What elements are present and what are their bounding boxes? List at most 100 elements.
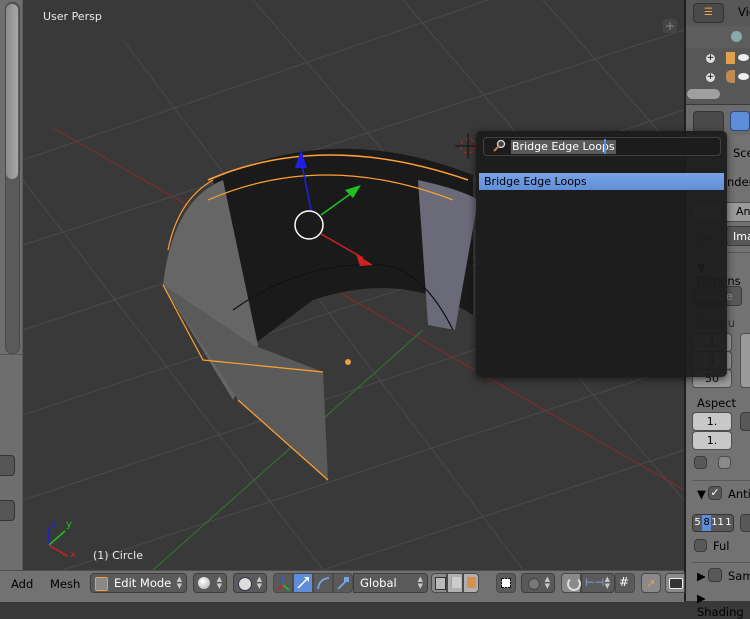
animation-button-label: An [736, 205, 750, 218]
magnet-icon [567, 577, 581, 591]
translate-manipulator-button[interactable] [293, 573, 313, 593]
full-sample-checkbox[interactable] [694, 539, 707, 552]
outliner: ☰ Vie + + [686, 0, 750, 104]
eye-icon[interactable] [738, 54, 749, 61]
snap-element-dropdown[interactable]: ⊢⊣ ▲ ▼ [581, 573, 615, 593]
sampled-motion-checkbox[interactable] [708, 568, 722, 582]
outliner-editor-type-button[interactable]: ☰ [693, 3, 724, 23]
pivot-point-dropdown[interactable]: ▲ ▼ [233, 573, 267, 593]
frame-rate-field[interactable] [740, 412, 750, 431]
display-dropdown[interactable]: Ima [726, 226, 750, 246]
menu-mesh[interactable]: Mesh [50, 577, 80, 591]
proportional-editing-icon [528, 578, 540, 590]
vertex-select-icon [435, 577, 446, 590]
tool-shelf-strip [0, 0, 23, 601]
expand-icon[interactable]: + [706, 73, 715, 82]
scale-manipulator-button[interactable] [333, 573, 353, 593]
nav-axis-y [48, 530, 66, 546]
panel-divider [692, 562, 750, 563]
world-icon [731, 31, 742, 42]
vertex-select-mode-button[interactable] [431, 573, 447, 593]
snap-target-button[interactable]: # [615, 573, 635, 593]
eye-icon[interactable] [738, 73, 749, 80]
aa-sample-8[interactable]: 8 [702, 515, 712, 531]
dropdown-arrows-icon: ▲ ▼ [216, 575, 222, 590]
operator-search-popup [476, 131, 727, 377]
viewport-shading-dropdown[interactable]: ▲ ▼ [193, 573, 227, 593]
menu-add[interactable]: Add [11, 577, 33, 591]
render-tab-camera-icon[interactable] [730, 111, 750, 131]
pivot-median-icon [238, 577, 252, 591]
crop-checkbox[interactable] [718, 456, 731, 469]
animation-button[interactable]: An [723, 202, 750, 222]
manipulator-toggle[interactable] [273, 573, 293, 593]
transform-axes-icon [276, 576, 290, 591]
viewport-split-widget[interactable]: + [663, 19, 677, 33]
snap-align-rotation-button[interactable]: ↗ [641, 573, 661, 593]
camera-object-icon [726, 52, 735, 64]
aspect-y-value: 1. [706, 434, 718, 447]
sampled-motion-label: Sam [728, 569, 750, 583]
aa-sample-5[interactable]: 5 [693, 515, 703, 531]
properties-editor-type-button[interactable] [693, 111, 724, 133]
expand-icon[interactable]: + [706, 54, 715, 63]
text-caret [604, 139, 606, 154]
aspect-x-value: 1. [706, 415, 718, 428]
aspect-y-field[interactable]: 1. [692, 431, 732, 450]
operator-search-query[interactable]: Bridge Edge Loops [511, 140, 616, 154]
outliner-view-label: Vie [738, 5, 750, 19]
panel-divider [692, 480, 750, 481]
antialiasing-checkbox[interactable]: ✓ [708, 486, 722, 500]
lamp-object-icon [726, 70, 735, 83]
tool-shelf-scrollbar-thumb[interactable] [6, 4, 18, 179]
dropdown-arrows-icon: ▲ ▼ [417, 575, 423, 590]
active-object-label: (1) Circle [93, 549, 143, 562]
dropdown-arrows-icon: ▲ ▼ [544, 575, 550, 590]
face-select-mode-button[interactable] [463, 573, 479, 593]
frame-range-field[interactable] [740, 333, 750, 388]
search-icon [492, 139, 506, 152]
search-result-item[interactable]: Bridge Edge Loops [479, 173, 724, 190]
outliner-scrollbar[interactable] [687, 89, 720, 99]
dropdown-arrows-icon: ▲ ▼ [604, 575, 610, 590]
antialiasing-panel-header[interactable]: ▼ [697, 487, 706, 501]
sampled-motion-panel-header[interactable]: ▶ [697, 569, 706, 583]
transform-orientation-dropdown[interactable]: Global ▲ ▼ [353, 573, 428, 593]
stepper-button[interactable] [0, 455, 15, 476]
aa-sample-11[interactable]: 11 [711, 515, 724, 531]
region-resize-grip[interactable] [0, 354, 22, 355]
aspect-x-field[interactable]: 1. [692, 412, 732, 431]
solid-shading-icon [198, 577, 210, 589]
orientation-value: Global [360, 576, 397, 590]
scale-icon [337, 577, 349, 590]
border-checkbox[interactable] [694, 456, 707, 469]
edit-mode-icon [95, 577, 108, 591]
rotate-icon [317, 577, 330, 590]
render-panel-label: nder [727, 175, 750, 189]
filter-dropdown[interactable] [740, 514, 750, 532]
shading-panel-header[interactable]: ▶ Shading [697, 591, 750, 619]
limit-selection-to-visible-button[interactable] [496, 573, 516, 593]
camera-icon [669, 578, 683, 589]
full-sample-label: Ful [713, 539, 730, 553]
rotate-manipulator-button[interactable] [313, 573, 333, 593]
aa-sample-16[interactable]: 1 [723, 515, 733, 531]
align-rotation-icon: ↗ [646, 577, 656, 590]
nav-axis-y-label: y [66, 519, 72, 530]
edge-select-mode-button[interactable] [447, 573, 463, 593]
mode-dropdown[interactable]: Edit Mode ▲ ▼ [90, 573, 187, 593]
mode-dropdown-value: Edit Mode [114, 576, 172, 590]
shading-label: Shading [697, 605, 744, 619]
dropdown-arrows-icon: ▲ ▼ [176, 575, 182, 590]
display-dropdown-value: Ima [733, 230, 750, 243]
proportional-editing-dropdown[interactable]: ▲ ▼ [521, 573, 555, 593]
nav-axis-z-label: z [51, 520, 56, 531]
snap-toggle-button[interactable] [561, 573, 581, 593]
scene-tab-label[interactable]: Sce [733, 146, 750, 160]
stepper-button[interactable] [0, 500, 15, 521]
object-origin [345, 359, 351, 365]
face-select-icon [467, 577, 476, 588]
edge-select-icon [451, 577, 461, 588]
opengl-render-button[interactable] [665, 573, 685, 593]
occlude-geometry-icon [501, 578, 511, 588]
